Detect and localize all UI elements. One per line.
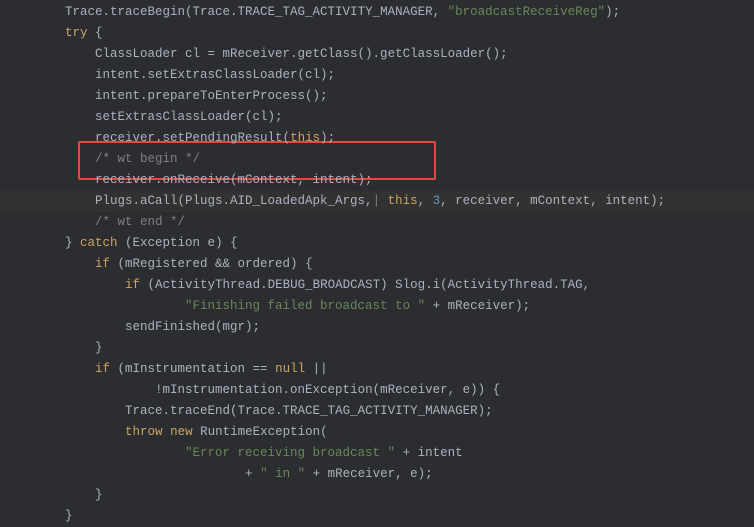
code-line[interactable]: Trace.traceEnd(Trace.TRACE_TAG_ACTIVITY_… xyxy=(20,401,754,422)
code-editor[interactable]: Trace.traceBegin(Trace.TRACE_TAG_ACTIVIT… xyxy=(0,0,754,527)
code-line[interactable]: Trace.traceBegin(Trace.TRACE_TAG_ACTIVIT… xyxy=(20,2,754,23)
code-content: Trace.traceBegin(Trace.TRACE_TAG_ACTIVIT… xyxy=(20,2,754,527)
code-line[interactable]: /* wt end */ xyxy=(20,212,754,233)
code-line[interactable]: if (ActivityThread.DEBUG_BROADCAST) Slog… xyxy=(20,275,754,296)
code-line[interactable]: !mInstrumentation.onException(mReceiver,… xyxy=(20,380,754,401)
code-line[interactable]: Plugs.aCall(Plugs.AID_LoadedApk_Args,| t… xyxy=(20,191,754,212)
code-line[interactable]: if (mInstrumentation == null || xyxy=(20,359,754,380)
code-line[interactable]: } xyxy=(20,506,754,527)
code-line[interactable]: intent.setExtrasClassLoader(cl); xyxy=(20,65,754,86)
code-line[interactable]: } xyxy=(20,338,754,359)
code-line[interactable]: + " in " + mReceiver, e); xyxy=(20,464,754,485)
code-line[interactable]: ClassLoader cl = mReceiver.getClass().ge… xyxy=(20,44,754,65)
code-line[interactable]: } xyxy=(20,485,754,506)
code-line[interactable]: /* wt begin */ xyxy=(20,149,754,170)
code-line[interactable]: if (mRegistered && ordered) { xyxy=(20,254,754,275)
code-line[interactable]: sendFinished(mgr); xyxy=(20,317,754,338)
code-line[interactable]: "Finishing failed broadcast to " + mRece… xyxy=(20,296,754,317)
code-line[interactable]: } catch (Exception e) { xyxy=(20,233,754,254)
code-line[interactable]: intent.prepareToEnterProcess(); xyxy=(20,86,754,107)
code-line[interactable]: receiver.setPendingResult(this); xyxy=(20,128,754,149)
code-line[interactable]: setExtrasClassLoader(cl); xyxy=(20,107,754,128)
code-line[interactable]: try { xyxy=(20,23,754,44)
code-line[interactable]: throw new RuntimeException( xyxy=(20,422,754,443)
code-line[interactable]: receiver.onReceive(mContext, intent); xyxy=(20,170,754,191)
code-line[interactable]: "Error receiving broadcast " + intent xyxy=(20,443,754,464)
